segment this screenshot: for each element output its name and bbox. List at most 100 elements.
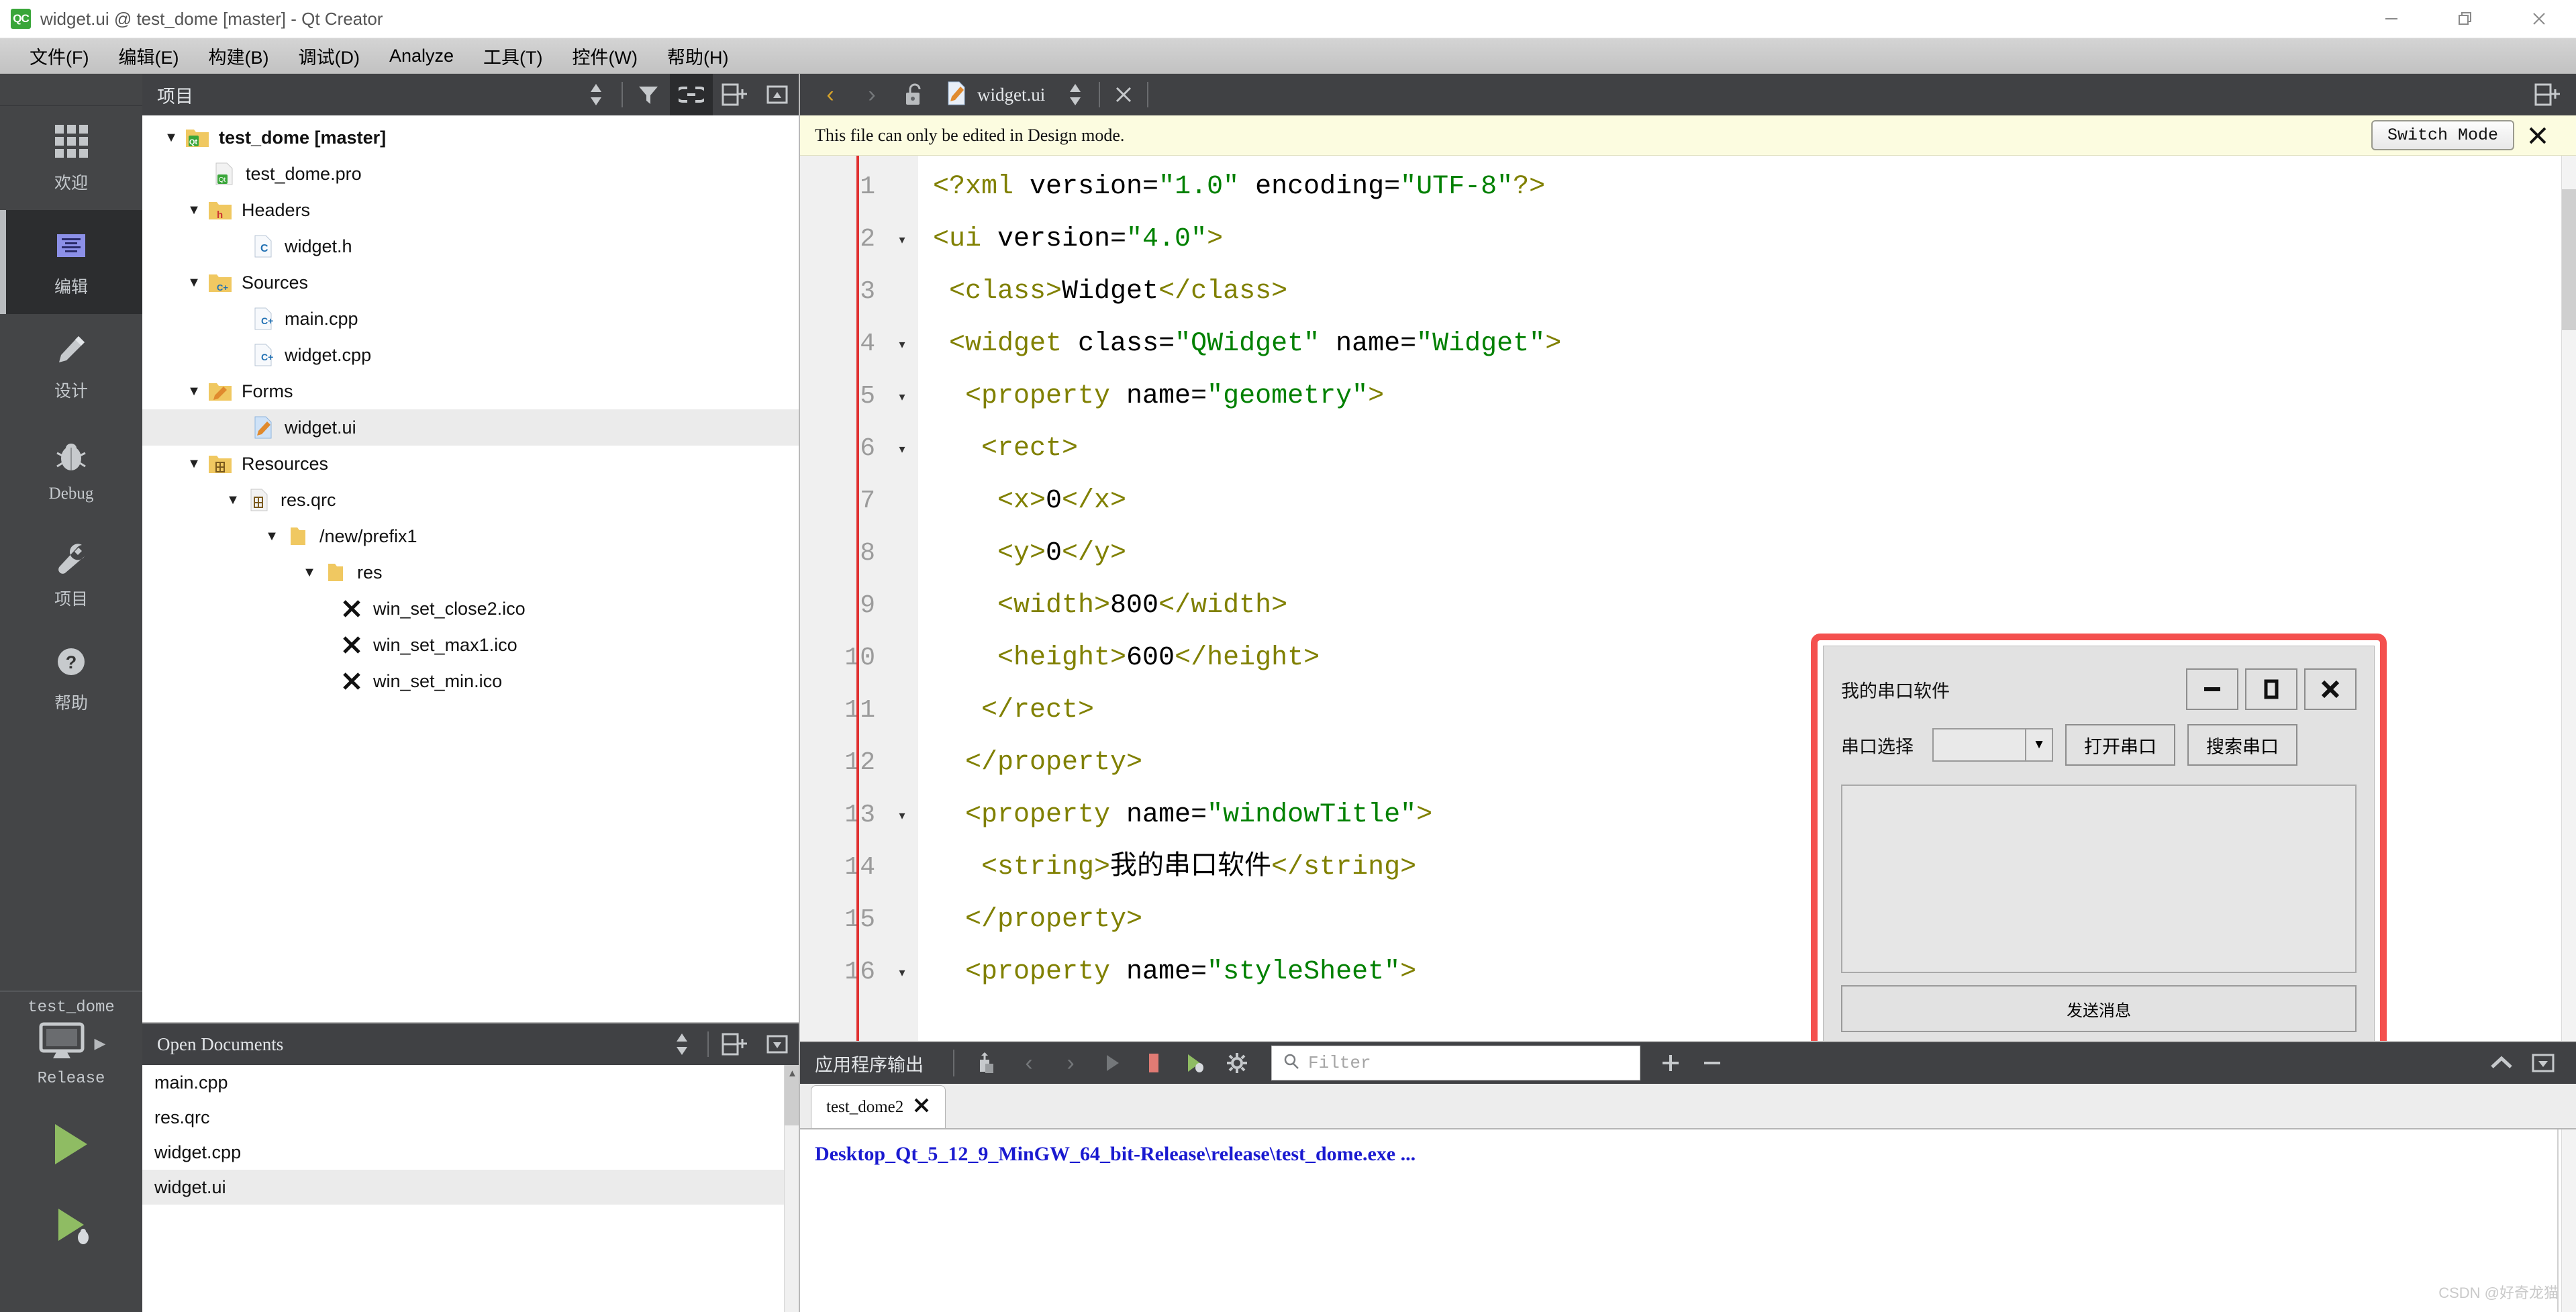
list-item[interactable]: res.qrc (142, 1100, 799, 1135)
filter-icon[interactable] (627, 74, 670, 115)
close-tab-icon[interactable] (913, 1097, 930, 1117)
fold-marker[interactable] (886, 475, 918, 527)
scrollbar-thumb[interactable] (2562, 189, 2576, 330)
output-scrollbar[interactable] (2561, 1129, 2576, 1312)
open-documents-list[interactable]: main.cpp res.qrc widget.cpp widget.ui ▲ (142, 1065, 799, 1312)
tree-item-prefix1[interactable]: ▼ /new/prefix1 (142, 518, 799, 554)
unlocked-padlock-icon[interactable] (893, 74, 934, 115)
split-add-icon[interactable] (2528, 74, 2567, 115)
close-panel-icon[interactable] (756, 74, 799, 115)
tree-item-sources[interactable]: ▼ C+ Sources (142, 264, 799, 301)
next-item-icon[interactable]: › (1050, 1042, 1091, 1084)
fold-marker[interactable]: ▾ (886, 946, 918, 999)
send-message-button[interactable]: 发送消息 (1841, 985, 2357, 1032)
sync-selection-icon[interactable] (575, 74, 617, 115)
chevron-down-icon[interactable]: ▼ (260, 518, 283, 554)
minus-icon[interactable] (1691, 1042, 1733, 1084)
debug-button[interactable] (0, 1184, 142, 1265)
sync-selection-icon[interactable] (1056, 74, 1095, 115)
chevron-right-icon[interactable]: › (851, 74, 893, 115)
open-documents-scrollbar[interactable]: ▲ (784, 1065, 799, 1312)
chevron-down-icon[interactable]: ▼ (160, 119, 183, 156)
sidebar-item-help[interactable]: ? 帮助 (0, 626, 142, 730)
tree-item-win-set-max1[interactable]: win_set_max1.ico (142, 627, 799, 663)
serial-app-minimize-button[interactable] (2186, 668, 2238, 710)
fold-marker[interactable] (886, 266, 918, 318)
chevron-down-icon[interactable]: ▼ (183, 192, 205, 228)
fold-column[interactable]: ▾ ▾ ▾ ▾ ▾ ▾ (886, 156, 918, 1041)
run-icon[interactable] (1091, 1042, 1133, 1084)
tree-item-forms[interactable]: ▼ Forms (142, 373, 799, 409)
chevron-down-icon[interactable]: ▼ (221, 482, 244, 518)
fold-marker[interactable] (886, 161, 918, 213)
sync-selection-icon[interactable] (660, 1023, 703, 1065)
split-add-icon[interactable] (713, 74, 756, 115)
tree-item-resources[interactable]: ▼ Resources (142, 446, 799, 482)
output-tab-test-dome2[interactable]: test_dome2 (811, 1085, 946, 1128)
kit-selector[interactable]: test_dome ▶ Release (0, 999, 142, 1104)
serial-app-close-button[interactable] (2304, 668, 2357, 710)
tree-item-test-dome-pro[interactable]: Qt test_dome.pro (142, 156, 799, 192)
serial-port-combobox[interactable]: ▼ (1932, 728, 2053, 762)
menu-widgets[interactable]: 控件(W) (558, 38, 652, 74)
code-editor[interactable]: 1 2 3 4 5 6 7 8 9 10 11 12 13 14 15 16 ▾… (800, 156, 2576, 1041)
serial-app-maximize-button[interactable] (2245, 668, 2297, 710)
menu-help[interactable]: 帮助(H) (652, 38, 743, 74)
restore-icon[interactable] (2428, 0, 2502, 38)
fold-marker[interactable]: ▾ (886, 789, 918, 842)
tree-item-win-set-min[interactable]: win_set_min.ico (142, 663, 799, 699)
link-icon[interactable] (670, 74, 713, 115)
tree-item-win-set-close2[interactable]: win_set_close2.ico (142, 591, 799, 627)
tree-item-test-dome[interactable]: ▼ Qt test_dome [master] (142, 119, 799, 156)
open-port-button[interactable]: 打开串口 (2065, 724, 2175, 766)
fold-marker[interactable] (886, 737, 918, 789)
close-panel-icon[interactable] (756, 1023, 799, 1065)
close-icon[interactable] (2502, 0, 2576, 38)
copy-output-icon[interactable] (967, 1042, 1008, 1084)
fold-marker[interactable] (886, 527, 918, 580)
chevron-left-icon[interactable]: ‹ (809, 74, 851, 115)
tree-item-res-folder[interactable]: ▼ res (142, 554, 799, 591)
chevron-down-icon[interactable]: ▼ (298, 554, 321, 591)
stop-icon[interactable] (1133, 1042, 1175, 1084)
fold-marker[interactable]: ▾ (886, 213, 918, 266)
filter-input[interactable]: Filter (1271, 1046, 1640, 1080)
run-button[interactable] (0, 1104, 142, 1184)
tree-item-widget-cpp[interactable]: C+ widget.cpp (142, 337, 799, 373)
info-bar-close-icon[interactable] (2514, 124, 2561, 147)
close-document-icon[interactable] (1104, 74, 1143, 115)
sidebar-item-debug[interactable]: Debug (0, 418, 142, 522)
switch-mode-button[interactable]: Switch Mode (2371, 120, 2514, 150)
menu-build[interactable]: 构建(B) (193, 38, 283, 74)
search-port-button[interactable]: 搜索串口 (2187, 724, 2297, 766)
fold-marker[interactable] (886, 894, 918, 946)
project-tree[interactable]: ▼ Qt test_dome [master] Qt test_dome.pro… (142, 115, 799, 1022)
minimize-icon[interactable] (2355, 0, 2428, 38)
tree-item-widget-h[interactable]: C widget.h (142, 228, 799, 264)
tree-item-res-qrc[interactable]: ▼ res.qrc (142, 482, 799, 518)
serial-message-textarea[interactable] (1841, 785, 2357, 973)
chevron-down-icon[interactable]: ▼ (183, 373, 205, 409)
sidebar-item-projects[interactable]: 项目 (0, 522, 142, 626)
menu-tools[interactable]: 工具(T) (468, 38, 557, 74)
fold-marker[interactable] (886, 842, 918, 894)
list-item[interactable]: widget.ui (142, 1170, 799, 1205)
menu-edit[interactable]: 编辑(E) (103, 38, 193, 74)
maximize-pane-icon[interactable] (2522, 1042, 2564, 1084)
editor-file-chip[interactable]: widget.ui (934, 74, 1056, 115)
tree-item-widget-ui[interactable]: widget.ui (142, 409, 799, 446)
chevron-down-icon[interactable]: ▼ (2025, 729, 2052, 760)
prev-item-icon[interactable]: ‹ (1008, 1042, 1050, 1084)
list-item[interactable]: widget.cpp (142, 1135, 799, 1170)
fold-marker[interactable] (886, 685, 918, 737)
editor-scrollbar[interactable] (2561, 156, 2576, 1041)
sidebar-item-welcome[interactable]: 欢迎 (0, 106, 142, 210)
chevron-down-icon[interactable]: ▼ (183, 446, 205, 482)
menu-debug[interactable]: 调试(D) (283, 38, 374, 74)
rerun-icon[interactable] (1175, 1042, 1216, 1084)
menu-file[interactable]: 文件(F) (15, 38, 103, 74)
tree-item-main-cpp[interactable]: C+ main.cpp (142, 301, 799, 337)
fold-marker[interactable]: ▾ (886, 370, 918, 423)
split-add-icon[interactable] (713, 1023, 756, 1065)
menu-analyze[interactable]: Analyze (375, 38, 468, 74)
